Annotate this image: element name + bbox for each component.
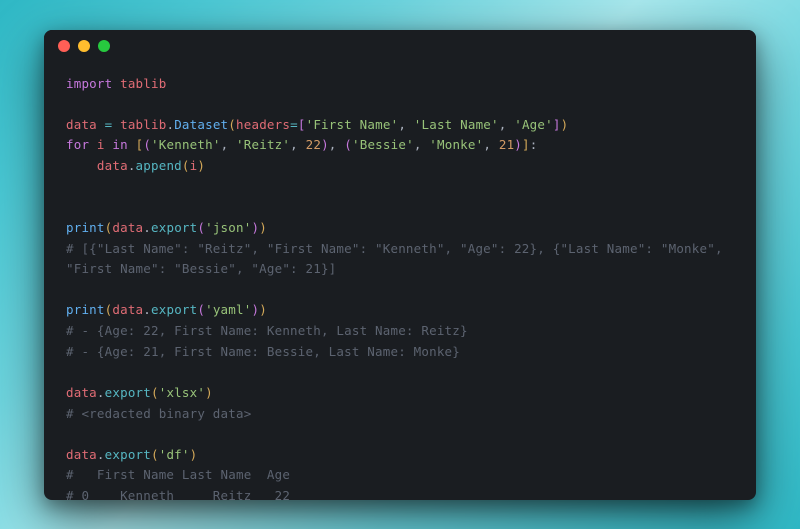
- tuple-open: (: [344, 137, 352, 152]
- tuple-close: ): [321, 137, 329, 152]
- paren-close: ): [561, 117, 569, 132]
- dot: .: [143, 220, 151, 235]
- module-ref: tablib: [120, 117, 166, 132]
- str-df: 'df': [159, 447, 190, 462]
- str-json: 'json': [205, 220, 251, 235]
- op-eq: =: [105, 117, 113, 132]
- title-bar: [44, 30, 756, 62]
- dot: .: [97, 447, 105, 462]
- dot: .: [97, 385, 105, 400]
- colon: :: [530, 137, 538, 152]
- paren-open: (: [151, 447, 159, 462]
- comma: ,: [414, 137, 422, 152]
- str-age: 'Age': [514, 117, 553, 132]
- dot: .: [128, 158, 136, 173]
- paren-close: ): [259, 220, 267, 235]
- op-eq: =: [290, 117, 298, 132]
- str-last: 'Last Name': [414, 117, 499, 132]
- paren-open: (: [197, 302, 205, 317]
- method-append: append: [136, 158, 182, 173]
- terminal-window: import tablib data = tablib.Dataset(head…: [44, 30, 756, 500]
- var-data: data: [66, 385, 97, 400]
- bracket-open: [: [298, 117, 306, 132]
- var-i: i: [97, 137, 105, 152]
- var-data: data: [112, 220, 143, 235]
- window-controls: [58, 40, 110, 52]
- class-dataset: Dataset: [174, 117, 228, 132]
- comment-df-2: # 0 Kenneth Reitz 22: [66, 488, 290, 500]
- paren-close: ): [259, 302, 267, 317]
- comment-yaml-1: # - {Age: 22, First Name: Kenneth, Last …: [66, 323, 468, 338]
- kwarg-headers: headers: [236, 117, 290, 132]
- comma: ,: [483, 137, 491, 152]
- keyword-in: in: [112, 137, 127, 152]
- str-yaml: 'yaml': [205, 302, 251, 317]
- comma: ,: [221, 137, 229, 152]
- tuple-close: ): [514, 137, 522, 152]
- dot: .: [143, 302, 151, 317]
- maximize-icon[interactable]: [98, 40, 110, 52]
- bracket-close: ]: [522, 137, 530, 152]
- str-first: 'First Name': [306, 117, 399, 132]
- comment-json-2: "First Name": "Bessie", "Age": 21}]: [66, 261, 336, 276]
- paren-open: (: [228, 117, 236, 132]
- method-export: export: [105, 447, 151, 462]
- func-print: print: [66, 220, 105, 235]
- method-export: export: [151, 302, 197, 317]
- str-kenneth: 'Kenneth': [151, 137, 221, 152]
- func-print: print: [66, 302, 105, 317]
- comment-yaml-2: # - {Age: 21, First Name: Bessie, Last N…: [66, 344, 460, 359]
- var-data: data: [66, 447, 97, 462]
- bracket-close: ]: [553, 117, 561, 132]
- paren-close: ): [190, 447, 198, 462]
- str-xlsx: 'xlsx': [159, 385, 205, 400]
- close-icon[interactable]: [58, 40, 70, 52]
- method-export: export: [151, 220, 197, 235]
- paren-open: (: [151, 385, 159, 400]
- paren-close: ): [197, 158, 205, 173]
- code-block: import tablib data = tablib.Dataset(head…: [44, 62, 756, 500]
- comment-df-1: # First Name Last Name Age: [66, 467, 290, 482]
- comma: ,: [329, 137, 337, 152]
- var-data: data: [66, 117, 97, 132]
- comma: ,: [398, 117, 406, 132]
- minimize-icon[interactable]: [78, 40, 90, 52]
- str-reitz: 'Reitz': [236, 137, 290, 152]
- keyword-for: for: [66, 137, 89, 152]
- str-monke: 'Monke': [429, 137, 483, 152]
- method-export: export: [105, 385, 151, 400]
- comma: ,: [290, 137, 298, 152]
- comment-json-1: # [{"Last Name": "Reitz", "First Name": …: [66, 241, 723, 256]
- paren-close: ): [205, 385, 213, 400]
- comma: ,: [499, 117, 507, 132]
- var-data: data: [97, 158, 128, 173]
- num-21: 21: [499, 137, 514, 152]
- paren-open: (: [182, 158, 190, 173]
- indent: [66, 158, 97, 173]
- comment-xlsx: # <redacted binary data>: [66, 406, 251, 421]
- tuple-open: (: [143, 137, 151, 152]
- var-data: data: [112, 302, 143, 317]
- paren-open: (: [197, 220, 205, 235]
- str-bessie: 'Bessie': [352, 137, 414, 152]
- num-22: 22: [306, 137, 321, 152]
- module-name: tablib: [120, 76, 166, 91]
- keyword-import: import: [66, 76, 112, 91]
